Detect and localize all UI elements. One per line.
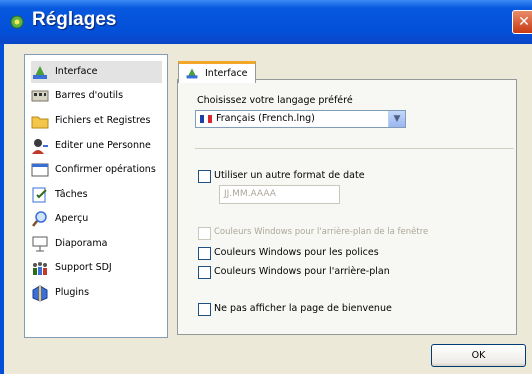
slideshow-icon	[32, 236, 48, 252]
sidebar-item-preview[interactable]: Aperçu	[31, 208, 162, 230]
confirm-icon	[31, 163, 49, 177]
chevron-down-icon[interactable]: ▼	[388, 111, 405, 127]
sidebar-item-tasks[interactable]: Tâches	[31, 184, 162, 206]
support-icon	[33, 262, 47, 275]
welcome-page-label: Ne pas afficher la page de bienvenue	[214, 303, 392, 314]
sidebar-item-label: Plugins	[55, 287, 90, 298]
sidebar-item-label: Fichiers et Registres	[55, 115, 151, 126]
font-colors-checkbox[interactable]	[198, 247, 211, 260]
preview-icon	[32, 211, 47, 227]
sidebar-item-label: Tâches	[55, 189, 88, 200]
language-label: Choisissez votre langage préféré	[197, 95, 353, 106]
tasks-icon	[32, 187, 47, 203]
sidebar-item-support[interactable]: Support SDJ	[31, 257, 162, 279]
sidebar-item-label: Editer une Personne	[55, 140, 151, 151]
date-format-field[interactable]: JJ.MM.AAAA	[219, 185, 340, 204]
sidebar-item-label: Barres d'outils	[55, 90, 124, 101]
sidebar-item-files[interactable]: Fichiers et Registres	[31, 110, 162, 132]
date-format-label: Utiliser un autre format de date	[214, 170, 365, 181]
tab-label: Interface	[205, 68, 248, 79]
font-colors-label: Couleurs Windows pour les polices	[214, 247, 379, 258]
settings-sidebar: Interface Barres d'outils Fichiers et Re…	[24, 54, 168, 338]
date-format-checkbox[interactable]	[198, 170, 211, 183]
window-frame-left	[0, 44, 4, 374]
sidebar-item-label: Support SDJ	[55, 262, 112, 273]
sidebar-item-label: Confirmer opérations	[55, 164, 156, 175]
sidebar-item-label: Diaporama	[55, 238, 108, 249]
sidebar-item-toolbars[interactable]: Barres d'outils	[31, 85, 162, 107]
interface-icon	[186, 68, 198, 79]
sidebar-item-slideshow[interactable]: Diaporama	[31, 233, 162, 255]
section-divider	[195, 148, 514, 149]
date-format-placeholder: JJ.MM.AAAA	[224, 189, 276, 199]
sidebar-item-interface[interactable]: Interface	[31, 61, 162, 83]
language-select[interactable]: Français (French.lng) ▼	[195, 110, 406, 128]
sidebar-item-confirm[interactable]: Confirmer opérations	[31, 159, 162, 181]
plugins-icon	[32, 285, 48, 302]
ok-button[interactable]: OK	[431, 344, 526, 367]
language-selected-value: Français (French.lng)	[216, 113, 315, 124]
app-icon	[10, 15, 24, 29]
sidebar-item-plugins[interactable]: Plugins	[31, 282, 162, 304]
title-bar[interactable]: Réglages ✕	[0, 0, 532, 44]
settings-window: Réglages ✕ Interface Barres d'outils Fic…	[0, 0, 532, 374]
person-icon	[32, 139, 48, 154]
tab-interface[interactable]: Interface	[178, 61, 256, 83]
sidebar-item-edit-person[interactable]: Editer une Personne	[31, 135, 162, 157]
window-bg-colors-label: Couleurs Windows pour l'arrière-plan de …	[214, 227, 429, 237]
window-bg-colors-checkbox[interactable]	[198, 227, 211, 240]
interface-icon	[33, 66, 47, 79]
sidebar-item-label: Aperçu	[55, 213, 89, 224]
folder-icon	[31, 116, 49, 129]
sidebar-item-label: Interface	[55, 66, 98, 77]
french-flag-icon	[200, 115, 212, 123]
background-colors-label: Couleurs Windows pour l'arrière-plan	[214, 266, 390, 277]
background-colors-checkbox[interactable]	[198, 266, 211, 279]
welcome-page-checkbox[interactable]	[198, 303, 211, 316]
toolbar-icon	[31, 90, 49, 102]
window-title: Réglages	[32, 9, 117, 30]
close-button[interactable]: ✕	[512, 10, 532, 34]
